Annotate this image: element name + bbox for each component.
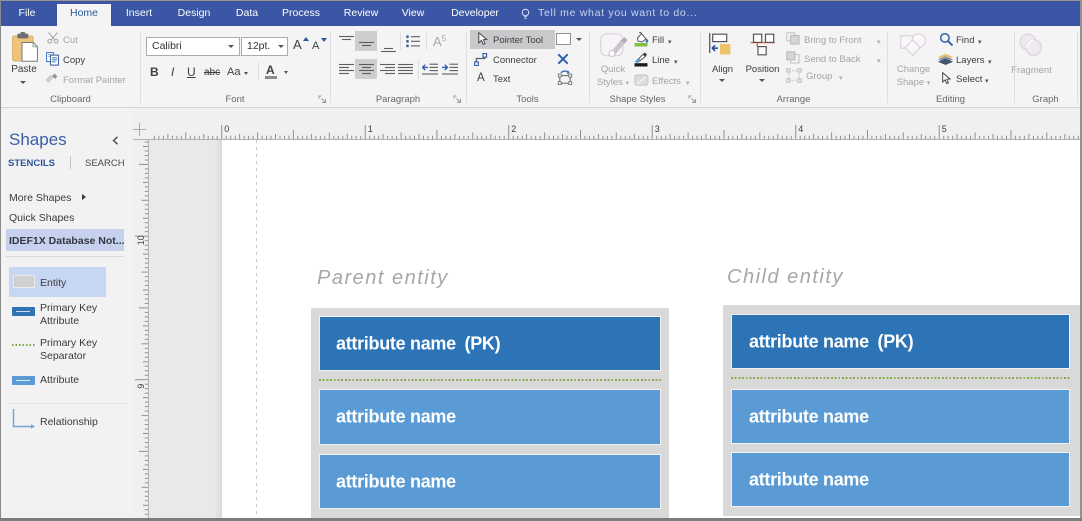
svg-text:4: 4: [798, 124, 803, 134]
svg-text:0: 0: [224, 124, 229, 134]
svg-text:10: 10: [136, 235, 146, 245]
svg-text:2: 2: [511, 124, 516, 134]
svg-text:3: 3: [655, 124, 660, 134]
svg-text:9: 9: [136, 384, 146, 389]
svg-text:5: 5: [942, 124, 947, 134]
svg-text:1: 1: [368, 124, 373, 134]
